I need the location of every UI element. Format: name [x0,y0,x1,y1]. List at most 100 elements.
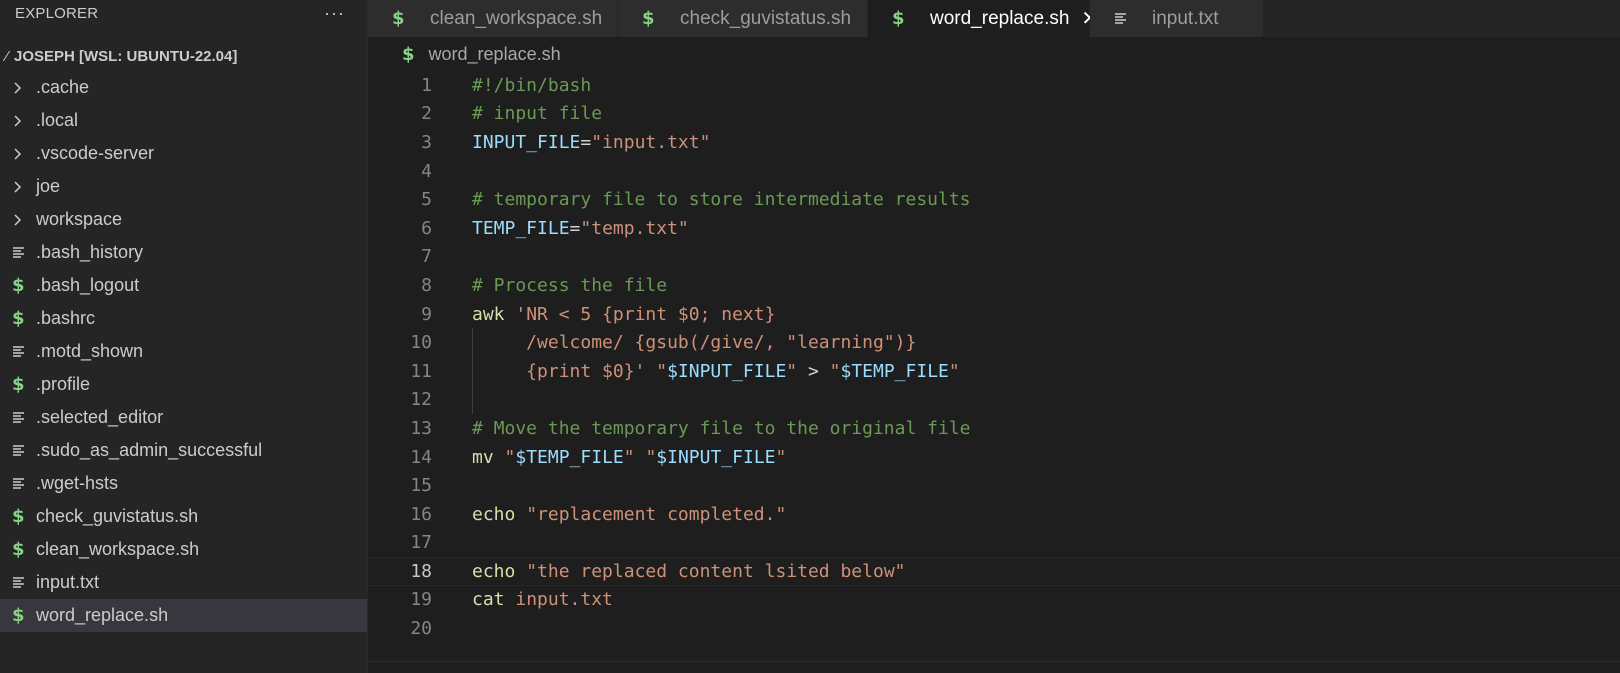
indent-guide [472,385,473,415]
tab-label: clean_workspace.sh [430,7,603,29]
code-token: # Process the file [472,274,668,296]
code-line[interactable]: 9 awk 'NR < 5 {print $0; next} [368,300,1620,329]
workspace-root-label: JOSEPH [WSL: UBUNTU-22.04] [14,47,238,65]
code-line[interactable]: 12 [368,385,1620,415]
tree-item-label: .wget-hsts [36,473,119,493]
code-line[interactable]: 14 mv "$TEMP_FILE" "$INPUT_FILE" [368,443,1620,472]
text-file-icon [12,345,36,359]
tab-input-txt[interactable]: input.txt [1090,0,1264,37]
tree-item[interactable]: .local [0,104,367,137]
text-file-icon [12,477,36,491]
tree-item-label: check_guvistatus.sh [36,506,199,526]
tree-item[interactable]: .vscode-server [0,137,367,170]
code-token: "input.txt" [591,131,711,153]
tree-item[interactable]: $ .profile [0,368,367,401]
tree-item[interactable]: .bash_history [0,236,367,269]
line-number: 16 [410,503,432,525]
tree-item-label: .bash_history [36,242,144,262]
code-text: echo "the replaced content lsited below" [432,561,906,582]
tree-item[interactable]: joe [0,170,367,203]
code-line[interactable]: 1 #!/bin/bash [368,71,1620,100]
code-token: "replacement completed." [526,503,787,525]
explorer-header: EXPLORER ··· [0,0,367,26]
code-token: > [797,360,830,382]
line-number: 3 [421,131,432,153]
line-number: 13 [410,417,432,439]
code-line[interactable]: 20 [368,614,1620,643]
code-line[interactable]: 11 {print $0}' "$INPUT_FILE" > "$TEMP_FI… [368,356,1620,386]
line-number: 2 [421,103,432,125]
code-line[interactable]: 5 # temporary file to store intermediate … [368,185,1620,214]
tab-word-replace-sh[interactable]: $word_replace.sh✕ [868,0,1098,37]
more-actions-icon[interactable]: ··· [324,4,345,22]
code-text: # temporary file to store intermediate r… [432,189,971,210]
tree-item[interactable]: .selected_editor [0,401,367,434]
line-number: 15 [410,475,432,497]
line-number: 18 [410,560,432,582]
code-editor[interactable]: 1 #!/bin/bash 2 # input file 3 INPUT_FILE="in… [368,71,1620,661]
tree-item[interactable]: .sudo_as_admin_successful [0,434,367,467]
code-token: " [645,446,657,468]
tree-item[interactable]: .motd_shown [0,335,367,368]
line-number: 10 [410,332,432,354]
code-line[interactable]: 4 [368,157,1620,186]
tree-item-label: .bash_logout [36,275,140,295]
tree-item-label: word_replace.sh [36,605,169,625]
shell-file-icon: $ [892,8,905,29]
code-line[interactable]: 13 # Move the temporary file to the origi… [368,414,1620,443]
tree-item[interactable]: .cache [0,71,367,104]
tree-item[interactable]: input.txt [0,566,367,599]
code-line[interactable]: 15 [368,471,1620,500]
code-line[interactable]: 8 # Process the file [368,271,1620,300]
chevron-right-icon [12,213,36,227]
shell-file-icon: $ [12,539,25,560]
tab-label: word_replace.sh [930,7,1070,29]
tree-item[interactable]: $ clean_workspace.sh [0,533,367,566]
tree-item-label: .sudo_as_admin_successful [36,440,263,460]
editor-tab-bar: $ clean_workspace.sh $ check_guvistatus.sh $… [368,0,1620,37]
line-number: 5 [421,189,432,211]
breadcrumb-file[interactable]: word_replace.sh [429,44,561,65]
code-line[interactable]: 6 TEMP_FILE="temp.txt" [368,214,1620,243]
code-token: " [829,360,841,382]
text-file-icon [12,576,36,590]
tree-item[interactable]: $ word_replace.sh [0,599,367,632]
code-line[interactable]: 7 [368,243,1620,272]
shell-file-icon: $ [642,8,655,29]
code-line[interactable]: 2 # input file [368,100,1620,129]
line-number: 19 [410,589,432,611]
tree-item[interactable]: .wget-hsts [0,467,367,500]
code-line[interactable]: 17 [368,529,1620,558]
tree-item[interactable]: $ .bashrc [0,302,367,335]
line-number: 6 [421,217,432,239]
code-text: cat input.txt [432,589,613,610]
tab-clean-workspace-sh[interactable]: $ clean_workspace.sh [368,0,618,37]
code-line[interactable]: 10 /welcome/ {gsub(/give/, "learning")} [368,328,1620,357]
line-number: 14 [410,446,432,468]
tree-item[interactable]: $ check_guvistatus.sh [0,500,367,533]
tree-item[interactable]: $ .bash_logout [0,269,367,302]
code-line[interactable]: 3 INPUT_FILE="input.txt" [368,128,1620,157]
tree-item[interactable]: workspace [0,203,367,236]
breadcrumb: $ word_replace.sh [368,37,1620,71]
explorer-sidebar: EXPLORER ··· ⁄ JOSEPH [WSL: UBUNTU-22.04… [0,0,368,673]
code-token: mv [472,446,494,468]
tree-item-label: .bashrc [36,308,96,328]
code-text: # Move the temporary file to the origina… [432,418,971,439]
code-line[interactable]: 18 echo "the replaced content lsited belo… [368,557,1620,586]
line-number: 12 [410,389,432,411]
code-token: $INPUT_FILE [667,360,787,382]
code-text: TEMP_FILE="temp.txt" [432,218,689,239]
code-line[interactable]: 19 cat input.txt [368,586,1620,615]
code-token: # Move the temporary file to the origina… [472,417,971,439]
tab-check-guvistatus-sh[interactable]: $ check_guvistatus.sh [618,0,868,37]
code-line[interactable]: 16 echo "replacement completed." [368,500,1620,529]
workspace-root[interactable]: ⁄ JOSEPH [WSL: UBUNTU-22.04] [0,41,367,71]
code-token: " [775,446,787,468]
code-token: " [656,360,668,382]
tab-label: input.txt [1152,7,1219,29]
text-file-icon [1114,12,1138,26]
